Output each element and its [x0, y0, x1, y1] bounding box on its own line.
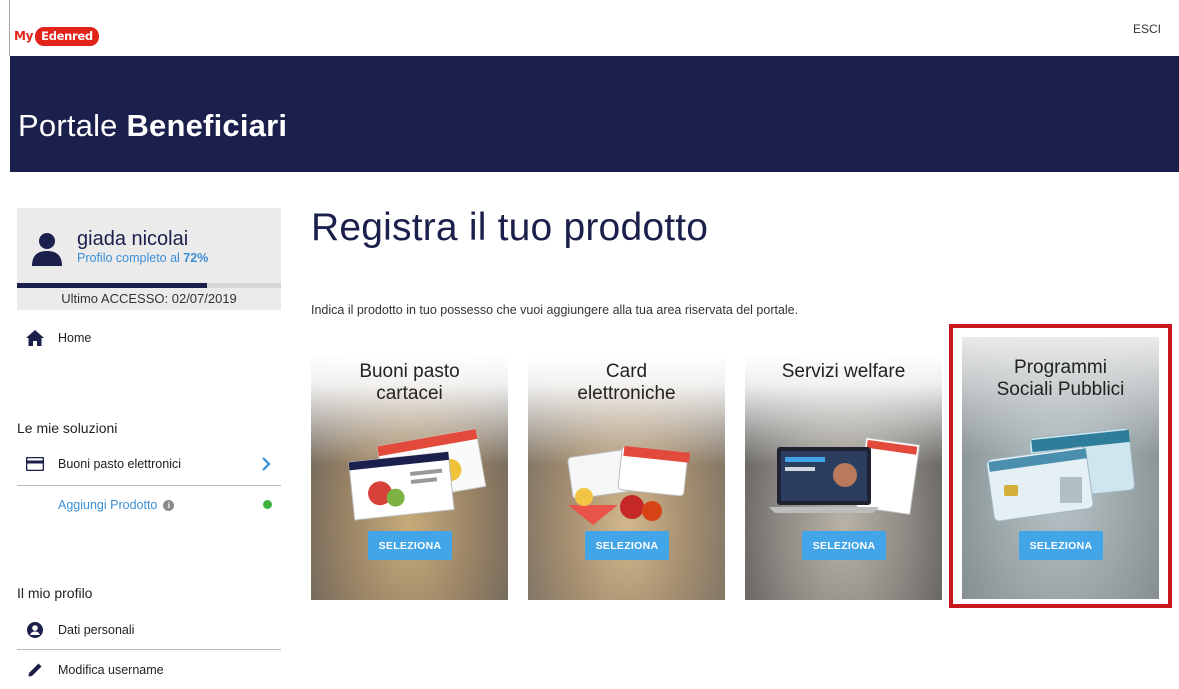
- product-card-card-elettroniche[interactable]: Card elettroniche SELEZIONA: [528, 355, 725, 600]
- profile-heading: Il mio profilo: [17, 585, 93, 601]
- pencil-icon: [26, 662, 44, 678]
- card-title-line2: elettroniche: [577, 383, 676, 404]
- card-title: Buoni pasto cartacei: [311, 361, 508, 405]
- card-title-line1: Servizi welfare: [781, 361, 906, 382]
- last-access: Ultimo ACCESSO: 02/07/2019: [17, 288, 281, 310]
- sidebar-item-label: Aggiungi Prodotto: [58, 498, 158, 512]
- portal-banner: Portale Beneficiari: [10, 56, 1179, 172]
- logo-my: My: [14, 29, 34, 43]
- top-bar: My Edenred ESCI: [0, 0, 1179, 56]
- sidebar-item-label: Buoni pasto elettronici: [58, 457, 181, 471]
- page-title: Registra il tuo prodotto: [311, 206, 709, 249]
- active-status-dot: [263, 500, 272, 509]
- select-button-servizi-welfare[interactable]: SELEZIONA: [802, 531, 886, 560]
- edenred-logo[interactable]: My Edenred: [14, 26, 99, 46]
- profile-completion-value: 72%: [183, 251, 209, 265]
- sidebar-item-label: Home: [58, 331, 92, 345]
- electronic-cards-illustration: [567, 445, 691, 525]
- product-card-buoni-pasto-cartacei[interactable]: Buoni pasto cartacei SELEZIONA: [311, 355, 508, 600]
- profile-card: giada nicolai Profilo completo al 72%: [17, 208, 281, 283]
- user-name: giada nicolai: [77, 228, 189, 250]
- portal-title-bold: Beneficiari: [126, 108, 288, 143]
- home-icon: [26, 330, 44, 346]
- sidebar-item-aggiungi-prodotto[interactable]: Aggiungi Prodotto i: [17, 486, 281, 524]
- page-description: Indica il prodotto in tuo possesso che v…: [311, 303, 799, 317]
- chevron-right-icon: [262, 457, 271, 471]
- sidebar-item-dati-personali[interactable]: Dati personali: [17, 611, 281, 649]
- divider: [17, 649, 281, 650]
- sidebar-item-modifica-username[interactable]: Modifica username: [17, 651, 281, 689]
- select-button-buoni-pasto-cartacei[interactable]: SELEZIONA: [368, 531, 452, 560]
- card-icon: [26, 456, 44, 472]
- portal-title: Portale Beneficiari: [18, 108, 287, 144]
- sidebar-item-label: Dati personali: [58, 623, 135, 637]
- highlight-frame: [949, 324, 1172, 608]
- sidebar-item-buoni-pasto[interactable]: Buoni pasto elettronici: [17, 445, 281, 483]
- portal-title-light: Portale: [18, 108, 127, 143]
- logout-link[interactable]: ESCI: [1133, 22, 1161, 36]
- sidebar-item-label: Modifica username: [58, 663, 164, 677]
- card-title-line1: Card: [605, 361, 648, 382]
- select-button-card-elettroniche[interactable]: SELEZIONA: [585, 531, 669, 560]
- info-icon[interactable]: i: [163, 499, 175, 511]
- solutions-heading: Le mie soluzioni: [17, 420, 118, 436]
- user-icon: [32, 233, 62, 266]
- card-title-line1: Buoni pasto: [359, 361, 460, 382]
- profile-completion-prefix: Profilo completo al: [77, 251, 184, 265]
- profile-completion: Profilo completo al 72%: [77, 251, 208, 265]
- card-title: Servizi welfare: [745, 361, 942, 383]
- product-card-servizi-welfare[interactable]: Servizi welfare SELEZIONA: [745, 355, 942, 600]
- paper-vouchers-illustration: [348, 428, 487, 521]
- welfare-services-illustration: [769, 437, 921, 515]
- sidebar-item-home[interactable]: Home: [26, 330, 91, 346]
- logo-brand: Edenred: [35, 26, 99, 46]
- card-title: Card elettroniche: [528, 361, 725, 405]
- card-title-line2: cartacei: [376, 383, 443, 404]
- frame-edge: [9, 0, 10, 56]
- user-circle-icon: [26, 622, 44, 638]
